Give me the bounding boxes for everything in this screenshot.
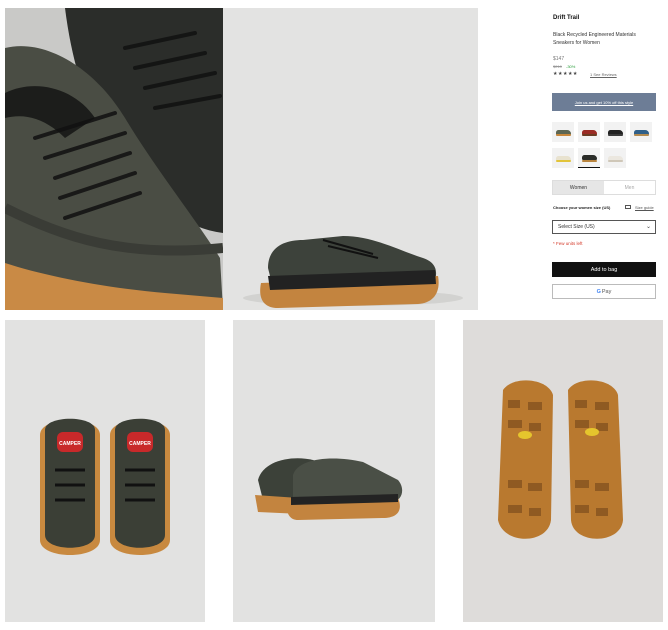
size-guide-link[interactable]: Size guide bbox=[635, 205, 654, 210]
product-photo-top[interactable]: CAMPER CAMPER bbox=[5, 320, 205, 622]
chevron-down-icon: ⌄ bbox=[645, 224, 651, 230]
product-title: Drift Trail bbox=[553, 15, 580, 21]
gender-tab-men[interactable]: Men bbox=[604, 181, 655, 194]
color-swatch-blue[interactable] bbox=[630, 122, 652, 142]
color-swatch-black[interactable] bbox=[604, 122, 626, 142]
discount-badge: -30% bbox=[566, 64, 576, 69]
color-swatch-red[interactable] bbox=[578, 122, 600, 142]
shoe-thumbnail-icon bbox=[581, 155, 597, 162]
product-price: $147 bbox=[553, 56, 565, 62]
product-photo-back[interactable] bbox=[233, 320, 435, 622]
color-swatch-olive-orange[interactable] bbox=[552, 122, 574, 142]
shoe-thumbnail-icon bbox=[607, 129, 623, 136]
reviews-link[interactable]: 1 See Reviews bbox=[590, 72, 617, 77]
rating-stars: ★★★★★ bbox=[553, 71, 578, 77]
brand-logo-left: CAMPER bbox=[59, 441, 81, 447]
brand-logo-right: CAMPER bbox=[129, 441, 151, 447]
size-label: Choose your women size (US) bbox=[553, 205, 611, 210]
gender-toggle: Women Men bbox=[552, 180, 656, 195]
shoe-thumbnail-icon bbox=[555, 129, 571, 136]
product-photo-closeup[interactable] bbox=[5, 8, 223, 310]
promo-banner-button[interactable]: Join us and get 10% off this style bbox=[552, 93, 656, 111]
gpay-label: Pay bbox=[601, 288, 612, 295]
color-swatch-white[interactable] bbox=[604, 148, 626, 168]
shoe-thumbnail-icon bbox=[581, 129, 597, 136]
shoe-thumbnail-icon bbox=[607, 155, 623, 162]
shoe-thumbnail-icon bbox=[633, 129, 649, 136]
stock-warning: * Few units left bbox=[553, 241, 583, 246]
ruler-icon bbox=[625, 205, 631, 209]
add-to-bag-button[interactable]: Add to bag bbox=[552, 262, 656, 277]
gender-tab-women[interactable]: Women bbox=[553, 181, 604, 194]
google-pay-button[interactable]: G Pay bbox=[552, 284, 656, 299]
shoe-thumbnail-icon bbox=[555, 155, 571, 162]
size-select[interactable]: Select Size (US) ⌄ bbox=[552, 220, 656, 234]
product-old-price: $210 bbox=[553, 64, 562, 69]
color-swatch-white-yellow[interactable] bbox=[552, 148, 574, 168]
size-select-value: Select Size (US) bbox=[558, 224, 595, 230]
product-photo-side[interactable] bbox=[223, 8, 478, 310]
product-photo-soles[interactable] bbox=[463, 320, 663, 622]
product-subtitle: Black Recycled Engineered Materials Snea… bbox=[553, 32, 636, 46]
color-swatch-black-selected[interactable] bbox=[578, 148, 600, 168]
google-g-icon: G bbox=[596, 288, 601, 295]
